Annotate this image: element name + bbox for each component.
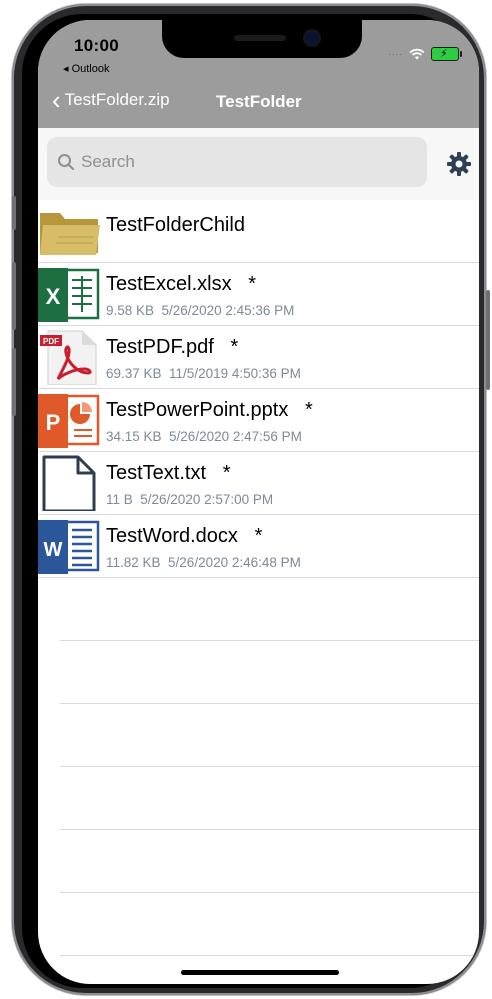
back-button[interactable]: ‹ TestFolder.zip (52, 85, 170, 115)
list-item[interactable]: W TestWord.docx * 11.82 KB 5/26/2020 2:4… (38, 515, 479, 578)
list-item[interactable]: X TestExcel.xlsx * 9.58 KB 5/26/2020 2:4… (38, 263, 479, 326)
file-name: TestExcel.xlsx * (106, 273, 257, 295)
svg-text:P: P (46, 410, 61, 435)
pdf-icon: PDF (40, 330, 97, 385)
signal-icon: ···· (388, 49, 403, 59)
list-item[interactable]: PDF TestPDF.pdf * 69.37 KB 11/5/2019 4:5… (38, 326, 479, 389)
battery-icon: ⚡ (431, 47, 462, 61)
home-indicator[interactable] (181, 970, 339, 975)
svg-text:W: W (44, 539, 63, 561)
gear-icon[interactable] (446, 151, 472, 177)
search-placeholder: Search (81, 152, 135, 171)
search-bar-area: Search (38, 128, 479, 200)
list-item[interactable]: TestText.txt * 11 B 5/26/2020 2:57:00 PM (38, 452, 479, 515)
back-button-label: TestFolder.zip (64, 90, 170, 109)
svg-text:PDF: PDF (43, 337, 59, 346)
front-camera (305, 31, 319, 45)
file-meta: 34.15 KB 5/26/2020 2:47:56 PM (106, 429, 302, 444)
list-item[interactable]: TestFolderChild (38, 200, 479, 263)
empty-row-divider (60, 704, 479, 767)
file-meta: 11 B 5/26/2020 2:57:00 PM (106, 492, 274, 507)
empty-row-divider (60, 578, 479, 641)
empty-row-divider (60, 641, 479, 704)
folder-icon (40, 213, 100, 255)
speaker-grille (234, 35, 286, 41)
file-name: TestText.txt * (106, 462, 231, 484)
search-input[interactable]: Search (47, 137, 427, 187)
empty-row-divider (60, 893, 479, 956)
list-item[interactable]: P TestPowerPoint.pptx * 34.15 KB 5/26/20… (38, 389, 479, 452)
file-meta: 69.37 KB 11/5/2019 4:50:36 PM (106, 366, 301, 381)
word-icon: W (38, 520, 100, 574)
back-to-app-link[interactable]: ◂ Outlook (63, 62, 110, 75)
wifi-icon (409, 48, 425, 60)
status-time: 10:00 (74, 36, 119, 55)
text-file-icon (42, 455, 96, 511)
empty-row-divider (60, 767, 479, 830)
page-title: TestFolder (216, 92, 302, 111)
svg-text:X: X (46, 284, 61, 309)
file-meta: 9.58 KB 5/26/2020 2:45:36 PM (106, 303, 295, 318)
file-name: TestWord.docx * (106, 525, 263, 547)
excel-icon: X (38, 268, 100, 322)
power-button (486, 290, 490, 390)
mute-switch (12, 196, 16, 230)
status-indicators: ···· ⚡ (388, 47, 462, 61)
volume-down-button (12, 348, 16, 416)
file-name: TestPowerPoint.pptx * (106, 399, 313, 421)
chevron-left-icon: ‹ (52, 85, 61, 115)
file-meta: 11.82 KB 5/26/2020 2:46:48 PM (106, 555, 301, 570)
powerpoint-icon: P (38, 394, 100, 448)
file-list: TestFolderChild X TestExcel.xlsx * 9.58 … (38, 200, 479, 956)
notch (162, 20, 362, 58)
file-name: TestFolderChild (106, 214, 245, 236)
file-name: TestPDF.pdf * (106, 336, 239, 358)
volume-up-button (12, 262, 16, 330)
search-icon (58, 154, 74, 170)
empty-row-divider (60, 830, 479, 893)
screen: 10:00 ◂ Outlook ···· ⚡ ‹ TestFolder.zip … (38, 20, 479, 984)
